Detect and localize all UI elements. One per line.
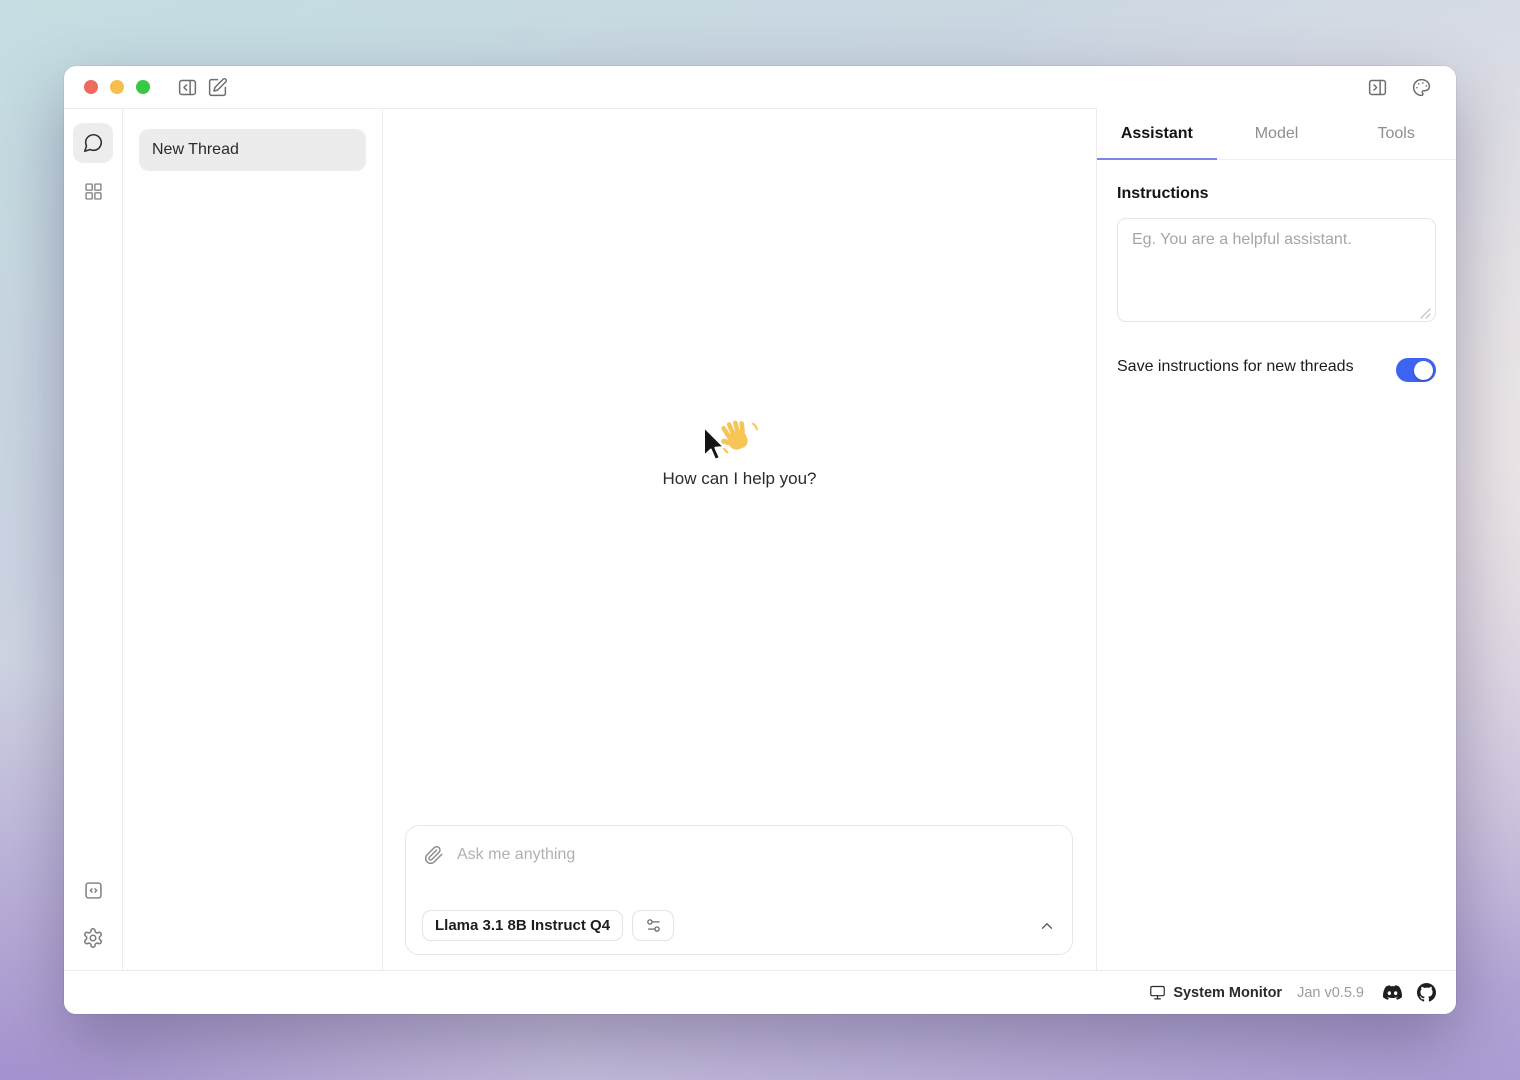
greeting: How can I help you? [383,417,1096,489]
app-window: New Thread [64,66,1456,1014]
chevron-up-icon [1038,917,1056,935]
composer-collapse-button[interactable] [1038,917,1056,935]
icon-rail [64,108,123,970]
rail-item-hub[interactable] [73,171,113,211]
panel-toggle-button[interactable] [1362,73,1392,101]
rail-item-local-api[interactable] [73,870,113,910]
mouse-cursor [702,426,726,469]
statusbar: System Monitor Jan v0.5.9 [64,970,1456,1014]
thread-list: New Thread [123,108,383,970]
new-thread-icon [207,77,228,98]
model-selector[interactable]: Llama 3.1 8B Instruct Q4 [422,910,623,941]
system-monitor-button[interactable]: System Monitor [1149,984,1282,1001]
instructions-textarea[interactable] [1117,218,1436,322]
thread-item-label: New Thread [152,141,239,159]
close-button[interactable] [84,80,98,94]
tab-model[interactable]: Model [1217,108,1337,159]
theme-button[interactable] [1406,73,1436,101]
system-monitor-label: System Monitor [1173,985,1282,1001]
new-thread-button[interactable] [202,73,232,101]
rail-item-settings[interactable] [73,918,113,958]
zoom-button[interactable] [136,80,150,94]
rail-item-threads[interactable] [73,123,113,163]
local-api-icon [83,880,104,901]
sidebar-toggle-button[interactable] [172,73,202,101]
chat-area: How can I help you? Llama 3.1 8B Instruc… [383,108,1096,970]
model-selector-label: Llama 3.1 8B Instruct Q4 [435,917,610,934]
traffic-lights [84,80,150,94]
panel-tabs: Assistant Model Tools [1097,108,1456,160]
attach-button[interactable] [422,843,446,867]
tab-assistant[interactable]: Assistant [1097,108,1217,159]
monitor-icon [1149,984,1166,1001]
chat-bubble-icon [82,132,104,154]
github-icon [1417,983,1436,1002]
paperclip-icon [424,845,444,865]
toggle-knob [1414,361,1433,380]
content: New Thread [64,108,1456,970]
sidebar-toggle-icon [177,77,198,98]
greeting-text: How can I help you? [662,469,816,489]
instructions-label: Instructions [1117,185,1436,203]
minimize-button[interactable] [110,80,124,94]
waving-hand-emoji [719,417,761,461]
save-instructions-label: Save instructions for new threads [1117,354,1354,380]
save-instructions-row: Save instructions for new threads [1117,354,1436,382]
gear-icon [82,927,104,949]
save-instructions-toggle[interactable] [1396,358,1436,382]
sliders-icon [645,917,662,934]
model-settings-button[interactable] [632,910,674,941]
thread-item-new-thread[interactable]: New Thread [139,129,366,171]
discord-link[interactable] [1383,983,1402,1002]
composer: Llama 3.1 8B Instruct Q4 [405,825,1073,955]
panel-toggle-icon [1367,77,1388,98]
github-link[interactable] [1417,983,1436,1002]
titlebar [64,66,1456,108]
tab-tools[interactable]: Tools [1336,108,1456,159]
grid-icon [83,181,104,202]
app-version: Jan v0.5.9 [1297,985,1364,1001]
message-input[interactable] [457,846,1056,864]
assistant-panel: Assistant Model Tools Instructions [1096,108,1456,970]
discord-icon [1383,983,1402,1002]
palette-icon [1411,77,1432,98]
